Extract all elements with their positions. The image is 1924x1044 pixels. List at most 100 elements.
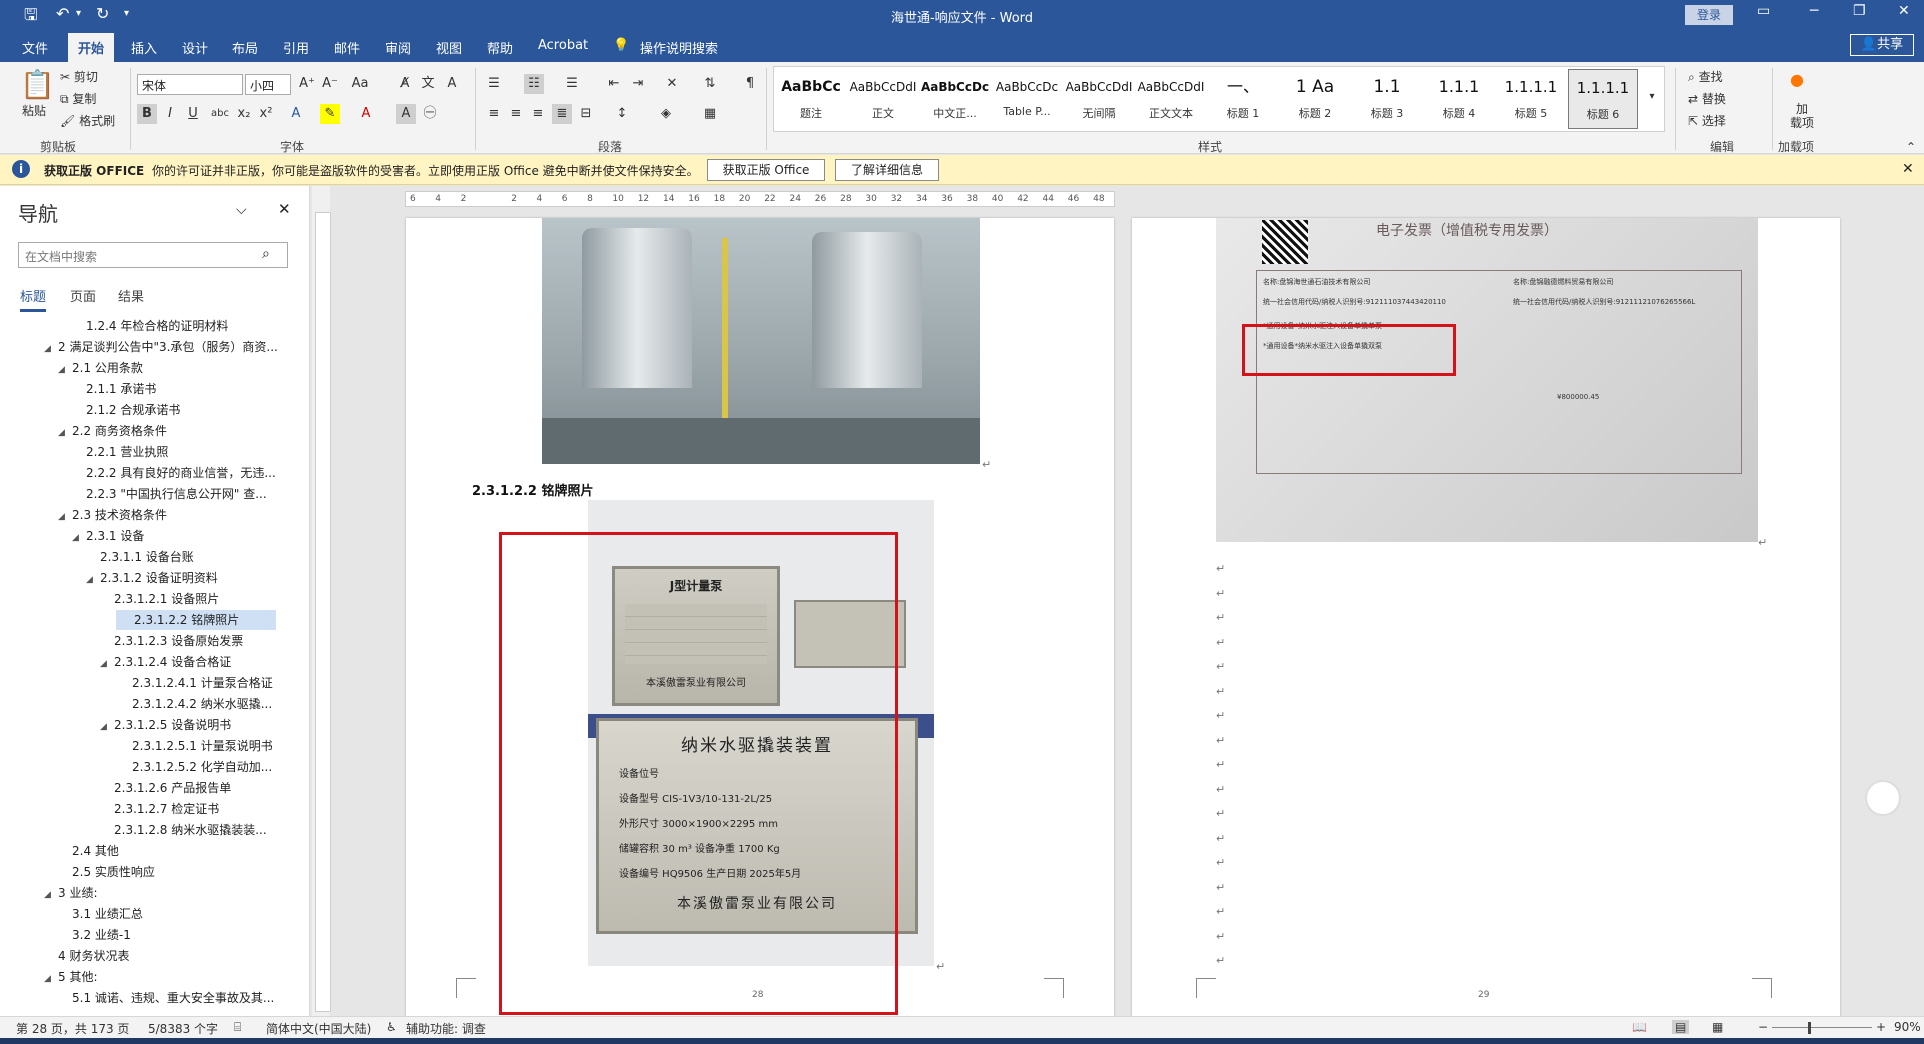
ribbon-display-icon[interactable]: ▭ — [1757, 3, 1770, 19]
style-caption[interactable]: AaBbCc 题注 — [776, 69, 846, 129]
horizontal-ruler[interactable]: 6 4 2 2 4 6 8 10 12 14 16 18 20 22 24 26 28 30 32 34 36 38 40 4… — [405, 191, 1115, 207]
zoom-slider[interactable] — [1772, 1027, 1872, 1028]
paste-button[interactable]: 粘贴 — [22, 102, 46, 119]
collapse-ribbon-icon[interactable]: ⌃ — [1906, 140, 1916, 154]
align-right-icon[interactable]: ≡ — [528, 104, 548, 124]
nav-heading-item[interactable]: 2.1.1 承诺书 — [0, 379, 156, 399]
nav-options-icon[interactable]: ⌵ — [236, 202, 247, 218]
addins-button[interactable]: 加载项 — [1790, 102, 1814, 130]
style-no-spacing[interactable]: AaBbCcDdI 无间隔 — [1064, 69, 1134, 129]
nav-heading-item[interactable]: 2.3.1.2.4.2 纳米水驱撬... — [0, 694, 272, 714]
nav-heading-item[interactable]: 4 财务状况表 — [0, 946, 129, 966]
language[interactable]: 简体中文(中国大陆) — [266, 1020, 371, 1037]
nav-heading-item[interactable]: 2.3.1.2.1 设备照片 — [0, 589, 219, 609]
nav-heading-item[interactable]: 2.3.1.2.8 纳米水驱撬装装... — [0, 820, 267, 840]
nav-heading-item[interactable]: 2.3.1.2.5.1 计量泵说明书 — [0, 736, 273, 756]
nav-heading-item[interactable]: ◢ 2.3.1.2.5 设备说明书 — [0, 715, 231, 735]
align-center-icon[interactable]: ≡ — [506, 104, 526, 124]
subscript-icon[interactable]: x₂ — [234, 104, 254, 124]
sort-icon[interactable]: ⇅ — [700, 74, 720, 94]
nav-heading-item[interactable]: ◢ 2.3.1.2.4 设备合格证 — [0, 652, 231, 672]
expand-caret-icon[interactable]: ◢ — [44, 885, 58, 905]
maximize-icon[interactable]: ❐ — [1853, 3, 1866, 19]
expand-caret-icon[interactable]: ◢ — [86, 570, 100, 590]
page-count[interactable]: 第 28 页，共 173 页 — [16, 1020, 129, 1037]
tab-file[interactable]: 文件 — [22, 38, 48, 57]
highlight-icon[interactable]: ✎ — [320, 104, 340, 124]
tab-mailings[interactable]: 邮件 — [334, 38, 360, 57]
tell-me-search[interactable]: 操作说明搜索 — [640, 38, 718, 57]
section-heading[interactable]: 2.3.1.2.2 铭牌照片 — [472, 480, 594, 499]
underline-icon[interactable]: U — [183, 104, 203, 124]
tab-help[interactable]: 帮助 — [487, 38, 513, 57]
nav-heading-item[interactable]: 1.2.4 年检合格的证明材料 — [0, 316, 228, 336]
nav-tab-pages[interactable]: 页面 — [70, 286, 96, 305]
grow-font-icon[interactable]: A⁺ — [297, 74, 317, 94]
style-chinese-body[interactable]: AaBbCcDc 中文正... — [920, 69, 990, 129]
clear-format-icon[interactable]: A̸ — [395, 74, 415, 94]
multilevel-list-icon[interactable]: ☰ — [562, 74, 582, 94]
nav-close-icon[interactable]: ✕ — [278, 200, 291, 218]
nav-tab-headings[interactable]: 标题 — [20, 286, 47, 312]
accessibility-status[interactable]: 辅助功能: 调查 — [406, 1020, 486, 1037]
zoom-level[interactable]: 90% — [1894, 1020, 1921, 1034]
find-button[interactable]: ⌕ 查找 — [1688, 68, 1723, 85]
increase-indent-icon[interactable]: ⇥ — [628, 74, 648, 94]
page-28[interactable]: ↵ 2.3.1.2.2 铭牌照片 J型计量泵 本溪傲雷泵业有限公司 纳米水驱撬装… — [406, 218, 1114, 1016]
tab-insert[interactable]: 插入 — [131, 38, 157, 57]
expand-caret-icon[interactable]: ◢ — [44, 339, 58, 359]
shading-icon[interactable]: ◈ — [656, 104, 676, 124]
expand-caret-icon[interactable]: ◢ — [100, 654, 114, 674]
strikethrough-icon[interactable]: abc — [210, 104, 230, 124]
replace-button[interactable]: ⇄ 替换 — [1688, 90, 1726, 107]
nav-heading-item[interactable]: 2.3.1.2.4.1 计量泵合格证 — [0, 673, 273, 693]
style-heading-2[interactable]: 1 Aa 标题 2 — [1280, 69, 1350, 129]
expand-caret-icon[interactable]: ◢ — [58, 423, 72, 443]
nav-heading-item[interactable]: 2.3.1.2.5.2 化学自动加... — [0, 757, 272, 777]
search-icon[interactable]: ⌕ — [262, 246, 270, 262]
bold-icon[interactable]: B — [137, 104, 157, 124]
style-heading-5[interactable]: 1.1.1.1 标题 5 — [1496, 69, 1566, 129]
nav-heading-item[interactable]: 2.2.1 营业执照 — [0, 442, 168, 462]
proofing-icon[interactable]: ⌸ — [234, 1020, 241, 1035]
nav-heading-item[interactable]: 2.5 实质性响应 — [0, 862, 155, 882]
expand-caret-icon[interactable]: ◢ — [58, 507, 72, 527]
read-mode-icon[interactable]: 📖 — [1632, 1020, 1647, 1034]
superscript-icon[interactable]: x² — [256, 104, 276, 124]
style-body-text[interactable]: AaBbCcDdI 正文文本 — [1136, 69, 1206, 129]
close-window-icon[interactable]: ✕ — [1898, 3, 1910, 19]
nav-heading-item[interactable]: ◢ 2.1 公用条款 — [0, 358, 143, 378]
align-left-icon[interactable]: ≡ — [484, 104, 504, 124]
phonetic-icon[interactable]: 文 — [418, 74, 438, 94]
bullets-icon[interactable]: ☰ — [484, 74, 504, 94]
nav-heading-item[interactable]: 2.2.2 具有良好的商业信誉，无违... — [0, 463, 276, 483]
nav-heading-item[interactable]: ◢ 3 业绩: — [0, 883, 98, 903]
web-layout-icon[interactable]: ▦ — [1712, 1020, 1723, 1034]
style-heading-6[interactable]: 1.1.1.1 标题 6 — [1568, 69, 1638, 129]
line-spacing-icon[interactable]: ↕ — [612, 104, 632, 124]
style-heading-1[interactable]: 一、 标题 1 — [1208, 69, 1278, 129]
style-table-paragraph[interactable]: AaBbCcDc Table P... — [992, 69, 1062, 129]
nav-heading-item[interactable]: 2.3.1.2.6 产品报告单 — [0, 778, 231, 798]
select-button[interactable]: ⇱ 选择 — [1688, 112, 1726, 129]
nav-heading-item[interactable]: 2.3.1.2.3 设备原始发票 — [0, 631, 243, 651]
minimize-icon[interactable]: ─ — [1810, 3, 1818, 19]
chinese-layout-icon[interactable]: ✕ — [662, 74, 682, 94]
expand-caret-icon[interactable]: ◢ — [58, 360, 72, 380]
get-genuine-button[interactable]: 获取正版 Office — [707, 159, 825, 181]
font-name-select[interactable]: 宋体 — [137, 74, 243, 95]
tab-home[interactable]: 开始 — [68, 33, 115, 65]
expand-caret-icon[interactable]: ◢ — [100, 717, 114, 737]
style-heading-3[interactable]: 1.1 标题 3 — [1352, 69, 1422, 129]
change-case-icon[interactable]: Aa — [350, 74, 370, 94]
word-count[interactable]: 5/8383 个字 — [148, 1020, 218, 1037]
nav-heading-item[interactable]: ◢ 5 其他: — [0, 967, 98, 987]
tab-acrobat[interactable]: Acrobat — [538, 38, 588, 53]
nav-search-input[interactable]: 在文档中搜索 — [18, 242, 288, 268]
nav-heading-item[interactable]: ◢ 2.2 商务资格条件 — [0, 421, 167, 441]
font-size-select[interactable]: 小四 — [245, 74, 291, 95]
close-message-icon[interactable]: ✕ — [1902, 161, 1914, 177]
addin-icon[interactable]: ● — [1790, 70, 1804, 89]
show-marks-icon[interactable]: ¶ — [740, 74, 760, 94]
nav-heading-item[interactable]: 2.3.1.2.7 检定证书 — [0, 799, 219, 819]
